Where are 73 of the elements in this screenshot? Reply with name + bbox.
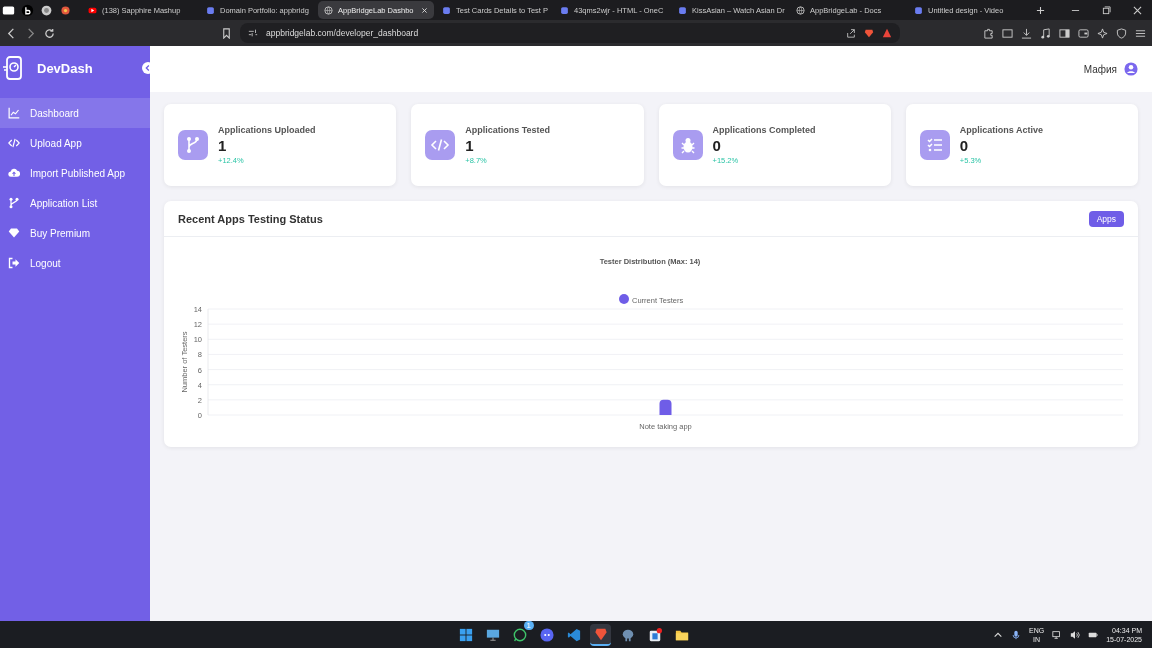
- bookmark-icon[interactable]: [221, 27, 232, 39]
- restore-icon[interactable]: [1102, 5, 1111, 15]
- stat-value: 1: [465, 137, 475, 154]
- notification-badge: 1: [523, 620, 534, 630]
- new-tab-icon[interactable]: [1036, 5, 1045, 15]
- sparkle-icon[interactable]: [1097, 27, 1108, 39]
- user-name[interactable]: Мафия: [1083, 63, 1117, 75]
- bug-icon: [672, 130, 703, 160]
- play-icon: [88, 5, 97, 15]
- nav-item[interactable]: Upload App: [0, 128, 150, 158]
- user-avatar-icon[interactable]: [1124, 62, 1138, 76]
- close-icon[interactable]: [1133, 5, 1142, 15]
- phone-gauge-icon: [3, 56, 23, 80]
- music-icon[interactable]: [1040, 27, 1051, 39]
- stat-value: 0: [712, 137, 722, 154]
- stat-title: Applications Completed: [712, 125, 816, 135]
- app-icon[interactable]: [59, 3, 72, 17]
- panel-title: Recent Apps Testing Status: [178, 212, 323, 225]
- stat-title: Applications Tested: [465, 125, 551, 135]
- site-icon: [678, 5, 687, 15]
- nav-item[interactable]: Logout: [0, 248, 150, 278]
- app-icon[interactable]: [2, 3, 15, 17]
- site-icon: [560, 5, 569, 15]
- apps-button[interactable]: Apps: [1088, 210, 1124, 227]
- code-icon: [8, 137, 20, 149]
- nav-item[interactable]: Buy Premium: [0, 218, 150, 248]
- taskbar-app[interactable]: [590, 623, 611, 646]
- shield-icon[interactable]: [1116, 27, 1127, 39]
- cloud-upload-icon: [8, 167, 20, 179]
- chat-icon: [512, 627, 527, 642]
- sidebar-icon[interactable]: [1059, 27, 1070, 39]
- download-icon[interactable]: [1021, 27, 1032, 39]
- nav-item[interactable]: Dashboard: [0, 98, 150, 128]
- logout-icon: [8, 257, 20, 269]
- site-icon: [914, 5, 923, 15]
- address-field[interactable]: appbridgelab.com/developer_dashboard: [240, 23, 900, 43]
- monitor-icon: [485, 627, 500, 642]
- checklist-icon: [919, 130, 950, 160]
- window-icon[interactable]: [1002, 27, 1013, 39]
- brand-name: DevDash: [37, 60, 93, 76]
- close-icon[interactable]: [421, 6, 428, 14]
- extensions-icon[interactable]: [983, 27, 994, 39]
- chart-icon: [8, 107, 20, 119]
- reload-icon[interactable]: [44, 27, 55, 39]
- network-icon[interactable]: [1052, 629, 1063, 640]
- menu-icon[interactable]: [1135, 27, 1146, 39]
- app-icon[interactable]: [40, 3, 53, 17]
- share-icon[interactable]: [846, 28, 856, 38]
- volume-icon[interactable]: [1070, 629, 1081, 640]
- stat-value: 0: [959, 137, 970, 154]
- nav-item[interactable]: Application List: [0, 188, 150, 218]
- wallet-icon[interactable]: [1078, 27, 1089, 39]
- stat-value: 1: [218, 137, 228, 154]
- microphone-icon[interactable]: [1011, 629, 1021, 640]
- app-icon[interactable]: [21, 3, 34, 17]
- start-icon: [458, 627, 473, 642]
- stat-title: Applications Active: [959, 125, 1043, 135]
- globe-icon: [324, 5, 333, 15]
- code-editor-icon: [566, 627, 581, 642]
- nav-item[interactable]: Import Published App: [0, 158, 150, 188]
- branch-icon: [178, 130, 208, 160]
- globe-icon: [796, 5, 805, 15]
- diamond-icon: [8, 227, 20, 239]
- back-icon[interactable]: [6, 27, 17, 39]
- triangle-icon[interactable]: [882, 28, 892, 38]
- site-icon: [206, 5, 215, 15]
- code-icon: [425, 130, 456, 160]
- branch-icon: [8, 197, 20, 209]
- stat-title: Applications Uploaded: [218, 125, 316, 135]
- site-icon: [442, 5, 451, 15]
- site-settings-icon[interactable]: [248, 28, 258, 38]
- forward-icon[interactable]: [25, 27, 36, 39]
- store-icon: [647, 627, 662, 642]
